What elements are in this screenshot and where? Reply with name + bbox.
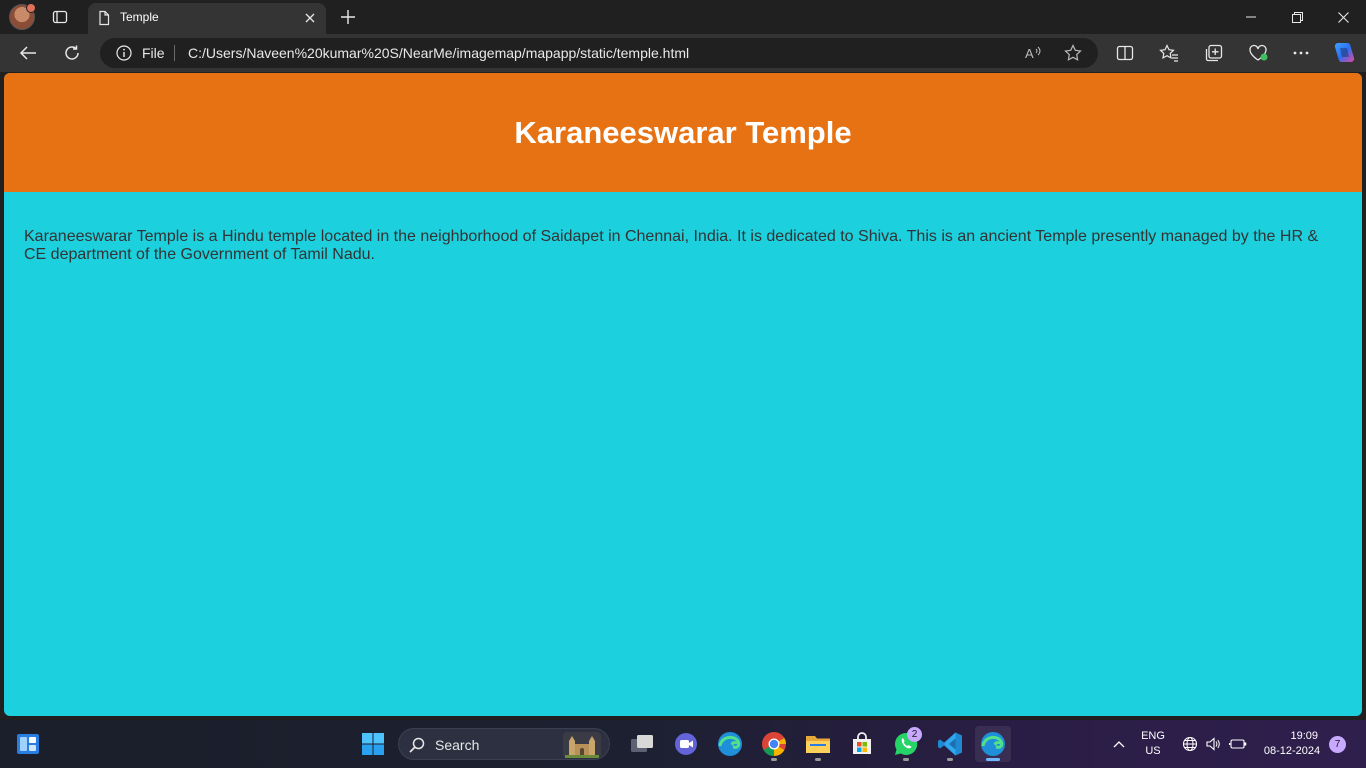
more-options-icon[interactable] [1287, 41, 1315, 65]
browser-title-bar: Temple [0, 0, 1366, 34]
clock-date: 08-12-2024 [1263, 745, 1321, 757]
edge-icon[interactable] [712, 726, 748, 762]
region-code: US [1145, 745, 1161, 757]
active-indicator [986, 758, 1000, 761]
running-indicator [947, 758, 953, 761]
battery-icon[interactable] [1228, 734, 1248, 754]
search-icon [409, 737, 425, 753]
whatsapp-icon[interactable]: 2 [888, 726, 924, 762]
favorite-star-icon[interactable] [1062, 43, 1084, 63]
language-code: ENG [1141, 730, 1165, 742]
close-window-icon[interactable] [1320, 0, 1366, 34]
running-indicator [815, 758, 821, 761]
profile-avatar[interactable] [9, 3, 36, 30]
network-globe-icon[interactable] [1180, 734, 1200, 754]
windows-taskbar: Search 2 ENG US 19:09 08-12-2024 [0, 720, 1366, 768]
running-indicator [903, 758, 909, 761]
svg-text:A: A [1025, 46, 1034, 61]
temple-description: Karaneeswarar Temple is a Hindu temple l… [24, 228, 1319, 263]
browser-essentials-icon[interactable] [1244, 41, 1272, 65]
browser-toolbar: File C:/Users/Naveen%20kumar%20S/NearMe/… [0, 34, 1366, 72]
browser-tab-active[interactable]: Temple [88, 3, 326, 34]
volume-icon[interactable] [1203, 734, 1223, 754]
edge-active-icon[interactable] [975, 726, 1011, 762]
taskbar-search[interactable]: Search [398, 728, 610, 760]
split-screen-icon[interactable] [1111, 41, 1139, 65]
refresh-icon[interactable] [58, 41, 86, 65]
page-title: Karaneeswarar Temple [514, 114, 852, 150]
site-info-icon[interactable] [116, 45, 132, 61]
widgets-icon[interactable] [10, 726, 46, 762]
read-aloud-icon[interactable]: A [1022, 43, 1044, 63]
search-label: Search [435, 737, 480, 753]
collections-icon[interactable] [1200, 41, 1228, 65]
notification-count-badge[interactable]: 7 [1329, 736, 1346, 753]
new-tab-icon[interactable] [336, 5, 360, 29]
tab-actions-icon[interactable] [48, 5, 72, 29]
page-header: Karaneeswarar Temple [4, 73, 1362, 192]
address-separator [174, 45, 175, 61]
back-icon[interactable] [14, 41, 42, 65]
teams-chat-icon[interactable] [668, 726, 704, 762]
running-indicator [771, 758, 777, 761]
microsoft-store-icon[interactable] [844, 726, 880, 762]
minimize-icon[interactable] [1228, 0, 1274, 34]
clock-time: 19:09 [1290, 730, 1318, 742]
scheme-label: File [142, 45, 165, 61]
input-language[interactable]: ENG US [1136, 729, 1170, 759]
favorites-icon[interactable] [1155, 41, 1183, 65]
file-explorer-icon[interactable] [800, 726, 836, 762]
task-view-icon[interactable] [624, 726, 660, 762]
show-hidden-icons-chevron-icon[interactable] [1109, 734, 1129, 754]
clock[interactable]: 19:09 08-12-2024 [1258, 729, 1326, 759]
chrome-icon[interactable] [756, 726, 792, 762]
search-highlight-cathedral-icon [563, 732, 601, 758]
url-text[interactable]: C:/Users/Naveen%20kumar%20S/NearMe/image… [188, 45, 689, 61]
page-icon [96, 10, 112, 26]
tab-title: Temple [120, 10, 159, 24]
vscode-icon[interactable] [932, 726, 968, 762]
close-tab-icon[interactable] [302, 10, 318, 26]
restore-icon[interactable] [1274, 0, 1320, 34]
start-icon[interactable] [355, 726, 391, 762]
address-bar[interactable]: File C:/Users/Naveen%20kumar%20S/NearMe/… [100, 38, 1098, 68]
whatsapp-unread-badge: 2 [907, 727, 922, 742]
copilot-icon[interactable] [1329, 41, 1357, 65]
page-viewport: Karaneeswarar Temple Karaneeswarar Templ… [4, 73, 1362, 716]
